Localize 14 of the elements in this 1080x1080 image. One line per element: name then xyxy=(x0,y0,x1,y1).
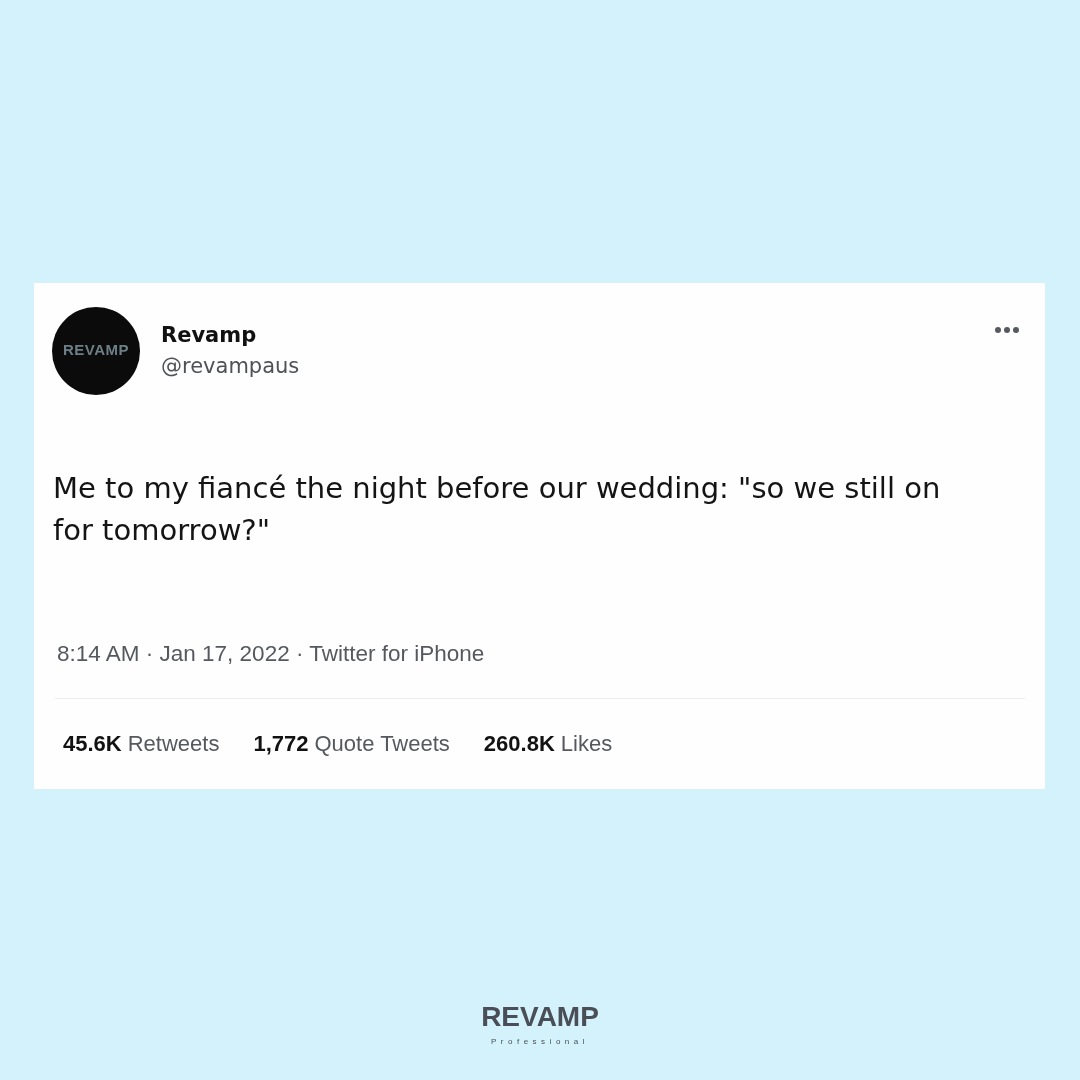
display-name: Revamp xyxy=(161,322,258,349)
stat-label[interactable]: Likes xyxy=(560,729,613,759)
user-handle: @revampaus xyxy=(161,353,300,380)
brand-tagline: Professional xyxy=(491,1037,589,1046)
stat-label[interactable]: Retweets xyxy=(127,729,220,759)
tweet-timestamp: 8:14 AM · Jan 17, 2022 · Twitter for iPhone xyxy=(57,640,486,668)
stat-count: 45.6K xyxy=(63,730,122,758)
brand-logo-text: REVAMP xyxy=(481,1001,599,1033)
avatar-logo-text: REVAMP xyxy=(62,340,130,358)
stat-label[interactable]: Quote Tweets xyxy=(314,729,450,759)
stat-count: 260.8K xyxy=(483,730,555,758)
tweet-text: Me to my fiancé the night before our wedding: "so we still on for tomorrow?" xyxy=(53,470,942,549)
stat-count: 1,772 xyxy=(253,730,309,758)
more-icon[interactable] xyxy=(995,327,1019,333)
